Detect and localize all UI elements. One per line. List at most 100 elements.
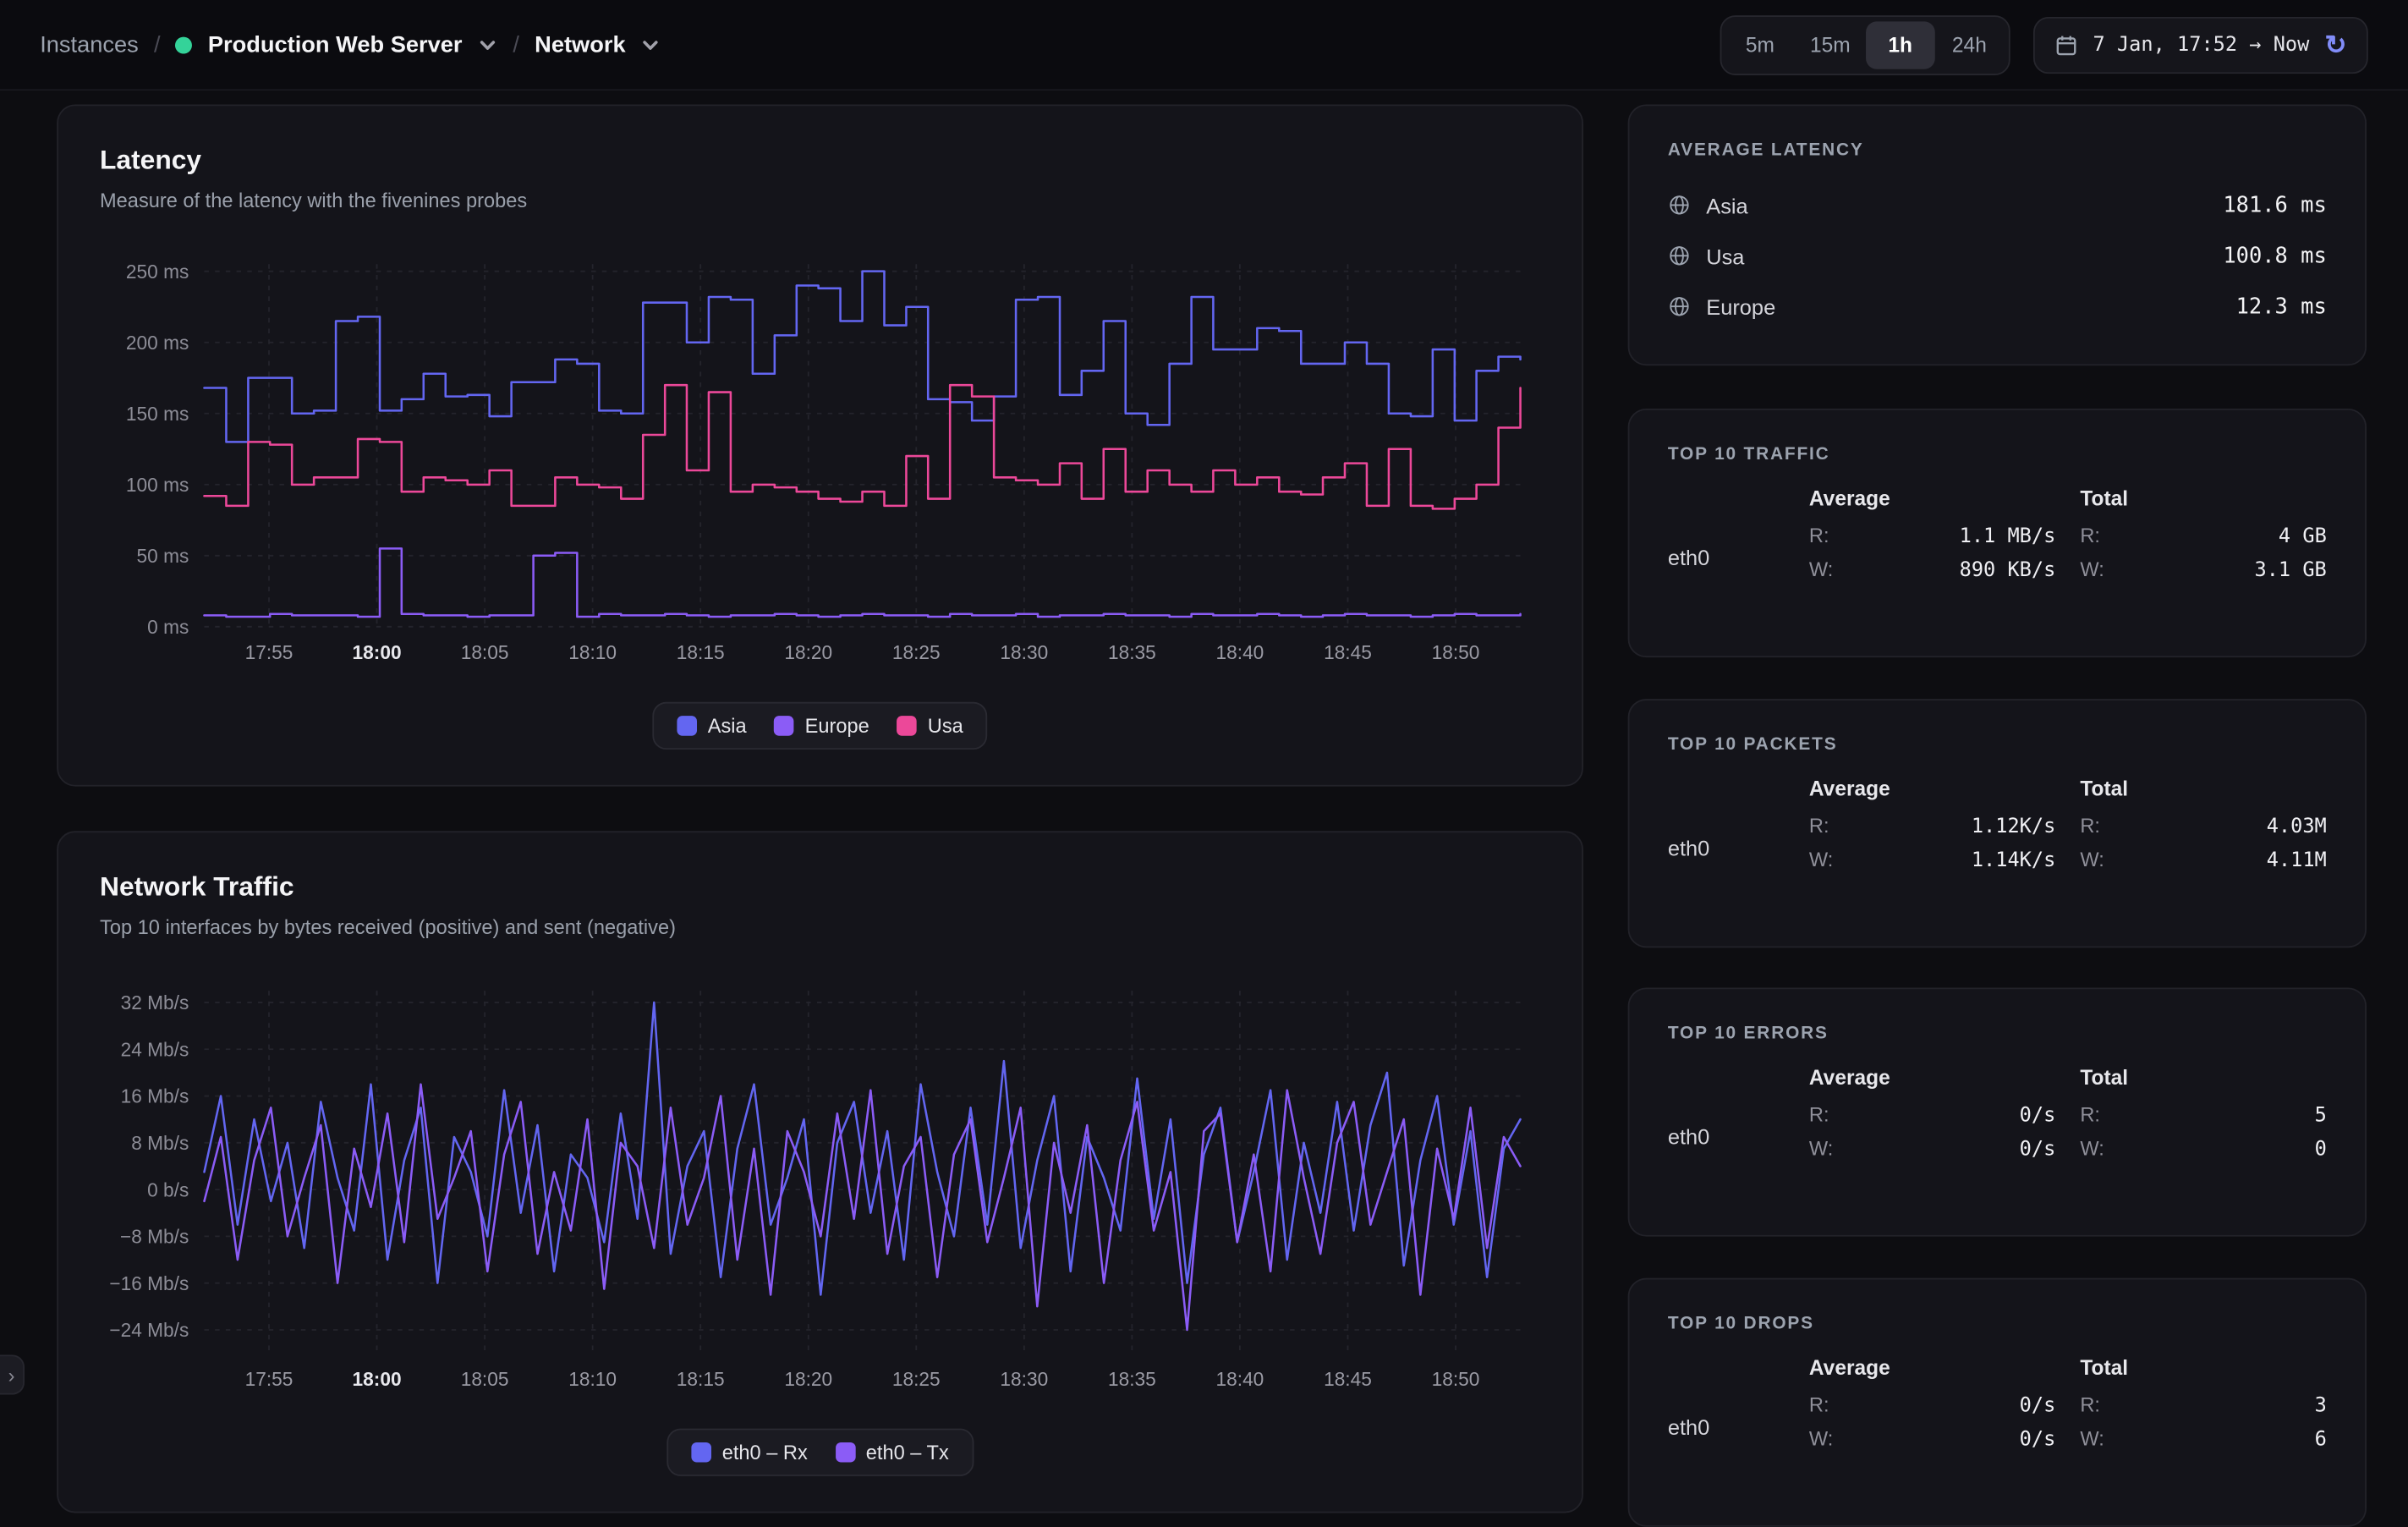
average-write-value: 0/s bbox=[2020, 1429, 2056, 1452]
instance-selector-label[interactable]: Production Web Server bbox=[208, 31, 463, 58]
svg-text:18:35: 18:35 bbox=[1108, 641, 1156, 663]
date-range-control[interactable]: 7 Jan, 17:52 → Now ↻ bbox=[2033, 16, 2368, 73]
legend-item[interactable]: Usa bbox=[897, 714, 963, 737]
region-label: Europe bbox=[1706, 294, 1775, 319]
svg-text:18:45: 18:45 bbox=[1324, 1368, 1372, 1390]
average-read-value: 1.12K/s bbox=[1972, 816, 2055, 838]
svg-text:18:30: 18:30 bbox=[1000, 1368, 1048, 1390]
breadcrumb-separator: / bbox=[154, 31, 161, 58]
breadcrumb: Instances / Production Web Server / Netw… bbox=[40, 31, 661, 58]
region-latency-value: 12.3 ms bbox=[2236, 294, 2327, 319]
total-read-value: 5 bbox=[2315, 1104, 2327, 1127]
range-button-5m[interactable]: 5m bbox=[1725, 21, 1795, 69]
instance-status-dot bbox=[176, 36, 193, 53]
network-traffic-chart[interactable]: 32 Mb/s24 Mb/s16 Mb/s8 Mb/s0 b/s−8 Mb/s−… bbox=[74, 969, 1548, 1412]
chevron-down-icon[interactable] bbox=[641, 35, 661, 55]
legend-label: eth0 – Rx bbox=[722, 1441, 808, 1464]
average-values: R:0/s W:0/s bbox=[1809, 1393, 2055, 1461]
read-label: R: bbox=[1809, 1103, 1829, 1126]
average-write-value: 1.14K/s bbox=[1972, 849, 2055, 872]
average-write-value: 0/s bbox=[2020, 1138, 2056, 1161]
column-header-average: Average bbox=[1809, 1356, 2055, 1379]
average-read-value: 0/s bbox=[2020, 1395, 2056, 1418]
globe-icon bbox=[1668, 194, 1691, 217]
calendar-icon bbox=[2054, 33, 2077, 56]
section-selector-label[interactable]: Network bbox=[535, 31, 625, 58]
average-values: R:1.1 MB/s W:890 KB/s bbox=[1809, 524, 2055, 591]
breadcrumb-separator: / bbox=[513, 31, 519, 58]
breadcrumb-instances-link[interactable]: Instances bbox=[40, 31, 139, 58]
interface-label: eth0 bbox=[1668, 546, 1785, 570]
legend-swatch bbox=[691, 1442, 711, 1463]
total-write-value: 0 bbox=[2315, 1138, 2327, 1161]
region-latency-value: 181.6 ms bbox=[2223, 193, 2326, 217]
write-label: W: bbox=[2080, 1137, 2104, 1160]
svg-text:18:50: 18:50 bbox=[1432, 641, 1480, 663]
latency-region-row: Asia 181.6 ms bbox=[1668, 179, 2327, 230]
topbar: Instances / Production Web Server / Netw… bbox=[0, 0, 2408, 91]
read-label: R: bbox=[2080, 1393, 2100, 1416]
time-range-group: 5m15m1h24h bbox=[1720, 14, 2010, 74]
svg-text:18:35: 18:35 bbox=[1108, 1368, 1156, 1390]
svg-text:18:30: 18:30 bbox=[1000, 641, 1048, 663]
region-latency-value: 100.8 ms bbox=[2223, 244, 2326, 268]
top10-traffic-panel: TOP 10 TRAFFIC Average Total eth0 R:1.1 … bbox=[1628, 409, 2367, 657]
write-label: W: bbox=[2080, 558, 2104, 580]
svg-text:18:10: 18:10 bbox=[568, 641, 617, 663]
svg-text:18:50: 18:50 bbox=[1432, 1368, 1480, 1390]
legend-swatch bbox=[897, 716, 917, 736]
average-read-value: 0/s bbox=[2020, 1104, 2056, 1127]
svg-text:8 Mb/s: 8 Mb/s bbox=[131, 1132, 189, 1154]
read-label: R: bbox=[2080, 524, 2100, 547]
average-write-value: 890 KB/s bbox=[1960, 559, 2056, 582]
latency-card-subtitle: Measure of the latency with the fivenine… bbox=[100, 189, 527, 211]
svg-text:−24 Mb/s: −24 Mb/s bbox=[109, 1319, 189, 1341]
interface-label: eth0 bbox=[1668, 836, 1785, 860]
stat-grid: Average Total eth0 R:0/s W:0/s R:3 W:6 bbox=[1668, 1356, 2327, 1460]
chevron-down-icon[interactable] bbox=[478, 35, 498, 55]
svg-text:200 ms: 200 ms bbox=[126, 332, 189, 354]
column-header-total: Total bbox=[2080, 1066, 2326, 1089]
average-latency-panel: AVERAGE LATENCY Asia 181.6 ms Usa 100.8 … bbox=[1628, 104, 2367, 365]
latency-chart[interactable]: 250 ms200 ms150 ms100 ms50 ms0 ms17:5518… bbox=[74, 243, 1548, 685]
svg-text:17:55: 17:55 bbox=[245, 1368, 293, 1390]
total-values: R:4.03M W:4.11M bbox=[2080, 814, 2326, 882]
svg-text:0 b/s: 0 b/s bbox=[147, 1178, 189, 1200]
average-values: R:1.12K/s W:1.14K/s bbox=[1809, 814, 2055, 882]
top10-errors-panel: TOP 10 ERRORS Average Total eth0 R:0/s W… bbox=[1628, 987, 2367, 1236]
sidebar-expand-button[interactable]: › bbox=[0, 1354, 25, 1394]
svg-text:17:55: 17:55 bbox=[245, 641, 293, 663]
total-write-value: 4.11M bbox=[2267, 849, 2327, 872]
svg-text:18:15: 18:15 bbox=[677, 1368, 725, 1390]
average-latency-title: AVERAGE LATENCY bbox=[1668, 141, 2327, 160]
legend-item[interactable]: Europe bbox=[774, 714, 869, 737]
stat-grid: Average Total eth0 R:1.12K/s W:1.14K/s R… bbox=[1668, 777, 2327, 882]
total-read-value: 3 bbox=[2315, 1395, 2327, 1418]
average-read-value: 1.1 MB/s bbox=[1960, 525, 2056, 548]
legend-item[interactable]: eth0 – Tx bbox=[835, 1441, 948, 1464]
range-button-1h[interactable]: 1h bbox=[1866, 21, 1935, 69]
svg-text:18:40: 18:40 bbox=[1216, 641, 1264, 663]
refresh-icon[interactable]: ↻ bbox=[2325, 31, 2347, 58]
svg-text:−16 Mb/s: −16 Mb/s bbox=[109, 1272, 189, 1294]
top10-packets-panel: TOP 10 PACKETS Average Total eth0 R:1.12… bbox=[1628, 699, 2367, 948]
latency-card-title: Latency bbox=[100, 145, 201, 177]
svg-text:32 Mb/s: 32 Mb/s bbox=[121, 991, 189, 1013]
interface-label: eth0 bbox=[1668, 1124, 1785, 1149]
svg-text:18:40: 18:40 bbox=[1216, 1368, 1264, 1390]
svg-text:18:05: 18:05 bbox=[461, 1368, 509, 1390]
column-header-average: Average bbox=[1809, 1066, 2055, 1089]
svg-text:18:00: 18:00 bbox=[353, 641, 402, 663]
topbar-controls: 5m15m1h24h 7 Jan, 17:52 → Now ↻ bbox=[1720, 14, 2368, 74]
legend-item[interactable]: Asia bbox=[677, 714, 746, 737]
total-write-value: 6 bbox=[2315, 1429, 2327, 1452]
legend-item[interactable]: eth0 – Rx bbox=[691, 1441, 807, 1464]
network-traffic-card-subtitle: Top 10 interfaces by bytes received (pos… bbox=[100, 915, 676, 938]
svg-text:−8 Mb/s: −8 Mb/s bbox=[120, 1226, 189, 1248]
legend-swatch bbox=[774, 716, 794, 736]
column-header-total: Total bbox=[2080, 487, 2326, 510]
top10-drops-panel: TOP 10 DROPS Average Total eth0 R:0/s W:… bbox=[1628, 1278, 2367, 1527]
svg-text:150 ms: 150 ms bbox=[126, 403, 189, 425]
range-button-15m[interactable]: 15m bbox=[1795, 21, 1866, 69]
range-button-24h[interactable]: 24h bbox=[1935, 21, 2005, 69]
